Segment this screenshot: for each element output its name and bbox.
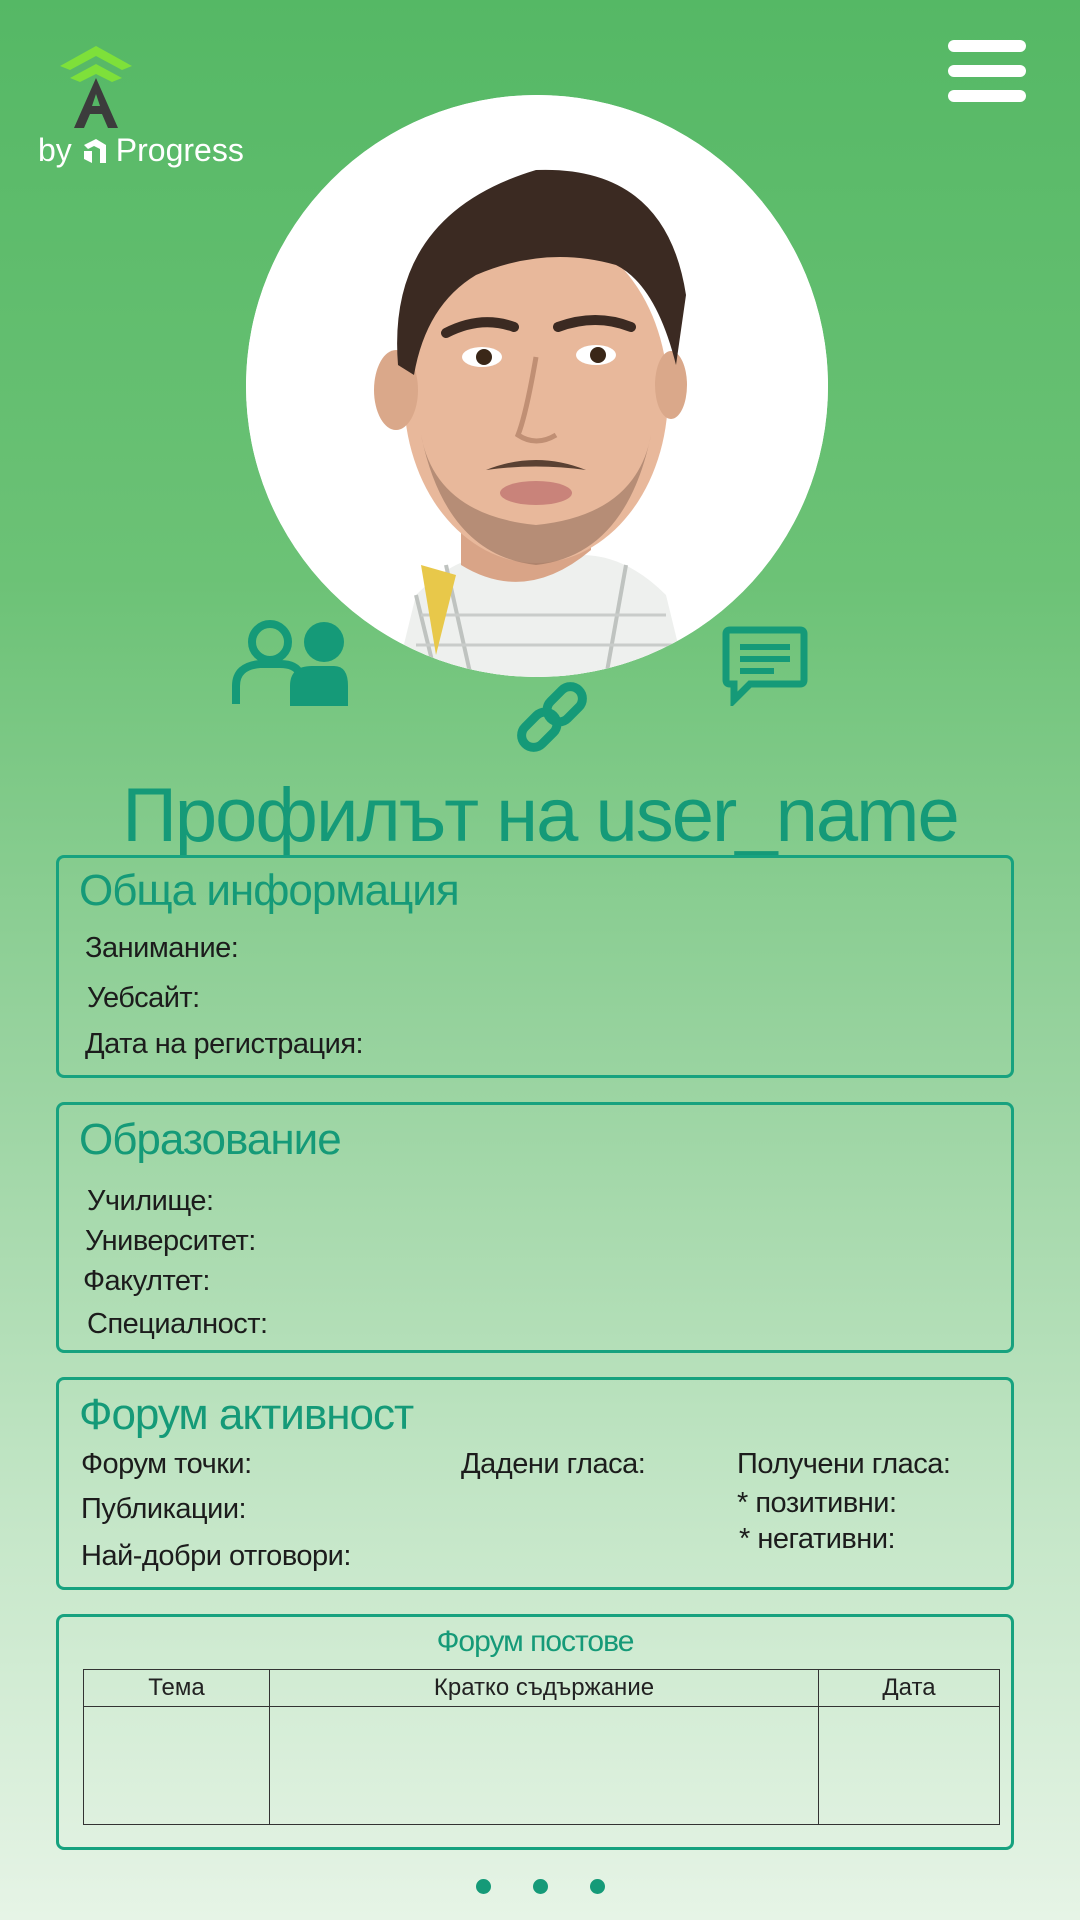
- best-answers-label: Най-добри отговори:: [81, 1540, 351, 1572]
- menu-bar: [948, 90, 1026, 102]
- people-icon: [232, 620, 348, 706]
- school-label: Училище:: [87, 1185, 214, 1217]
- forum-posts-card: Форум постове Тема Кратко съдържание Дат…: [56, 1614, 1014, 1850]
- table-header-row: Тема Кратко съдържание Дата: [83, 1669, 1000, 1707]
- forum-posts-table: Тема Кратко съдържание Дата: [83, 1669, 1000, 1825]
- page-dot-3[interactable]: [589, 1879, 605, 1894]
- pagination-dots: [0, 1879, 1080, 1894]
- forum-activity-heading: Форум активност: [79, 1390, 414, 1439]
- share-link-button[interactable]: [510, 675, 594, 759]
- general-info-heading: Обща информация: [79, 866, 460, 915]
- general-info-card: Обща информация Занимание: Уебсайт: Дата…: [56, 855, 1014, 1078]
- profile-avatar: [246, 95, 828, 677]
- column-header-date[interactable]: Дата: [818, 1669, 1000, 1707]
- publications-label: Публикации:: [81, 1493, 247, 1525]
- academy-logo-icon: [60, 46, 132, 128]
- received-votes-label: Получени гласа:: [737, 1448, 951, 1480]
- table-cell: [83, 1706, 270, 1825]
- forum-points-label: Форум точки:: [81, 1448, 252, 1480]
- positive-votes-label: * позитивни:: [737, 1487, 897, 1519]
- registration-date-label: Дата на регистрация:: [85, 1028, 364, 1060]
- link-icon: [517, 682, 587, 752]
- page-dot-2[interactable]: [532, 1879, 548, 1894]
- education-card: Образование Училище: Университет: Факулт…: [56, 1102, 1014, 1353]
- column-header-topic[interactable]: Тема: [83, 1669, 270, 1707]
- friends-button[interactable]: [230, 620, 350, 706]
- table-cell: [269, 1706, 819, 1825]
- message-icon: [722, 626, 808, 709]
- education-heading: Образование: [79, 1115, 342, 1164]
- website-label: Уебсайт:: [87, 982, 200, 1014]
- forum-posts-heading: Форум постове: [436, 1625, 635, 1658]
- messages-button[interactable]: [722, 626, 808, 709]
- given-votes-label: Дадени гласа:: [461, 1448, 646, 1480]
- negative-votes-label: * негативни:: [739, 1523, 896, 1555]
- forum-activity-card: Форум активност Форум точки: Публикации:…: [56, 1377, 1014, 1590]
- avatar-portrait: [246, 95, 828, 677]
- logo-brand-text: Progress: [115, 132, 244, 168]
- specialty-label: Специалност:: [87, 1308, 268, 1340]
- occupation-label: Занимание:: [85, 932, 239, 964]
- logo-by-text: by: [38, 132, 72, 168]
- menu-bar: [948, 40, 1026, 52]
- column-header-summary[interactable]: Кратко съдържание: [269, 1669, 819, 1707]
- logo-byline: by Progress: [38, 132, 244, 169]
- table-cell: [818, 1706, 1000, 1825]
- faculty-label: Факултет:: [83, 1265, 210, 1297]
- university-label: Университет:: [85, 1225, 256, 1257]
- page-title: Профилът на user_name: [122, 773, 960, 858]
- progress-mark-icon: [83, 138, 106, 163]
- page-dot-1[interactable]: [475, 1879, 491, 1894]
- menu-bar: [948, 65, 1026, 77]
- hamburger-menu-button[interactable]: [948, 40, 1026, 102]
- table-row: [83, 1706, 1000, 1825]
